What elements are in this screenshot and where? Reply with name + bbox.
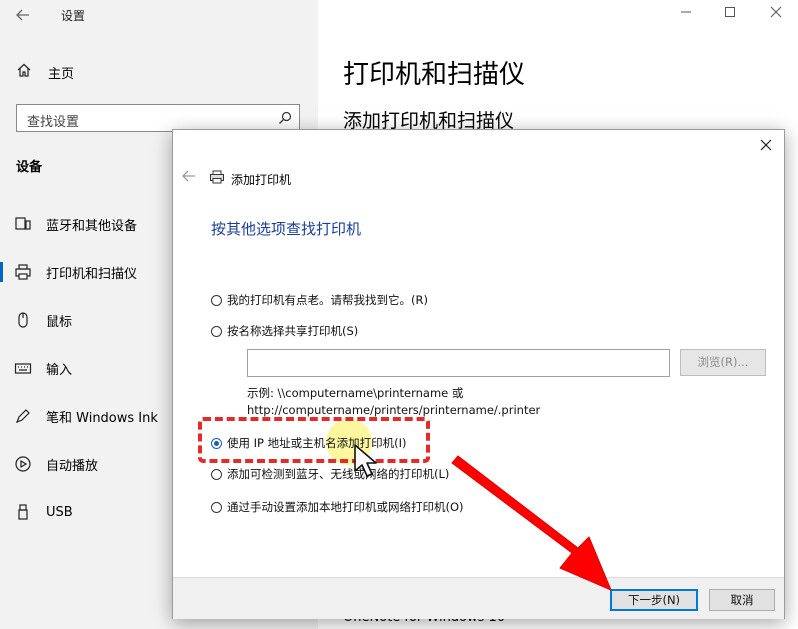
sidebar-item-label: 蓝牙和其他设备 [46,218,138,234]
cancel-button[interactable]: 取消 [709,589,775,611]
mouse-cursor-icon [353,443,379,483]
sidebar-item-home[interactable]: 主页 [16,62,74,82]
section-title: 设备 [16,160,43,175]
browse-button[interactable]: 浏览(R)... [680,349,766,376]
option-old-printer[interactable]: 我的打印机有点老。请帮我找到它。(R) [211,292,428,308]
page-title: 打印机和扫描仪 [343,60,526,90]
keyboard-icon [14,359,32,377]
dialog-heading: 按其他选项查找打印机 [211,220,362,238]
annotation-highlight-box [198,417,430,463]
sidebar-item-label: 鼠标 [46,314,73,330]
home-icon [16,62,32,82]
sidebar-item-label: 打印机和扫描仪 [46,266,138,282]
option-shared-printer[interactable]: 按名称选择共享打印机(S) [211,323,358,339]
maximize-icon[interactable] [720,4,740,24]
example-line-1: 示例: \\computername\printername 或 [247,386,464,400]
usb-icon [14,503,32,521]
sidebar-item-label: 输入 [46,362,73,378]
next-button[interactable]: 下一步(N) [610,589,698,611]
example-text: 示例: \\computername\printername 或 http://… [247,385,540,419]
sidebar-item-label: 自动播放 [46,458,99,474]
option-label: 我的打印机有点老。请帮我找到它。(R) [227,293,428,307]
pen-icon [14,407,32,425]
printer-icon [209,169,225,189]
option-bluetooth-wireless[interactable]: 添加可检测到蓝牙、无线或网络的打印机(L) [211,466,449,482]
option-label: 按名称选择共享打印机(S) [227,324,359,338]
selection-indicator [0,262,3,282]
autoplay-icon [14,455,32,473]
option-label: 通过手动设置添加本地打印机或网络打印机(O) [227,500,464,514]
dialog-title-row: 添加打印机 [209,169,291,189]
sidebar-item-label: 笔和 Windows Ink [46,410,158,426]
bluetooth-devices-icon [14,215,32,233]
close-icon[interactable] [766,4,786,24]
sidebar-item-label: USB [46,504,73,520]
mouse-icon [14,311,32,329]
radio-button[interactable] [211,501,222,513]
shared-printer-name-input[interactable] [247,349,670,377]
radio-button[interactable] [211,468,222,480]
option-label: 添加可检测到蓝牙、无线或网络的打印机(L) [227,467,450,481]
dialog-close-icon[interactable] [756,136,776,156]
app-title: 设置 [61,9,86,23]
dialog-title: 添加打印机 [231,172,292,187]
radio-button[interactable] [211,294,222,306]
option-manual-setup[interactable]: 通过手动设置添加本地打印机或网络打印机(O) [211,499,464,515]
back-arrow-icon[interactable] [14,6,32,24]
search-placeholder: 查找设置 [27,115,80,130]
radio-button[interactable] [211,325,222,337]
home-label: 主页 [48,66,75,82]
search-icon[interactable] [277,110,293,130]
search-input[interactable]: 查找设置 [16,104,300,132]
dialog-back-icon[interactable] [181,169,197,187]
add-printer-dialog: 添加打印机 按其他选项查找打印机 我的打印机有点老。请帮我找到它。(R) 按名称… [172,129,785,619]
minimize-icon[interactable] [676,4,696,24]
printer-icon [14,263,32,281]
